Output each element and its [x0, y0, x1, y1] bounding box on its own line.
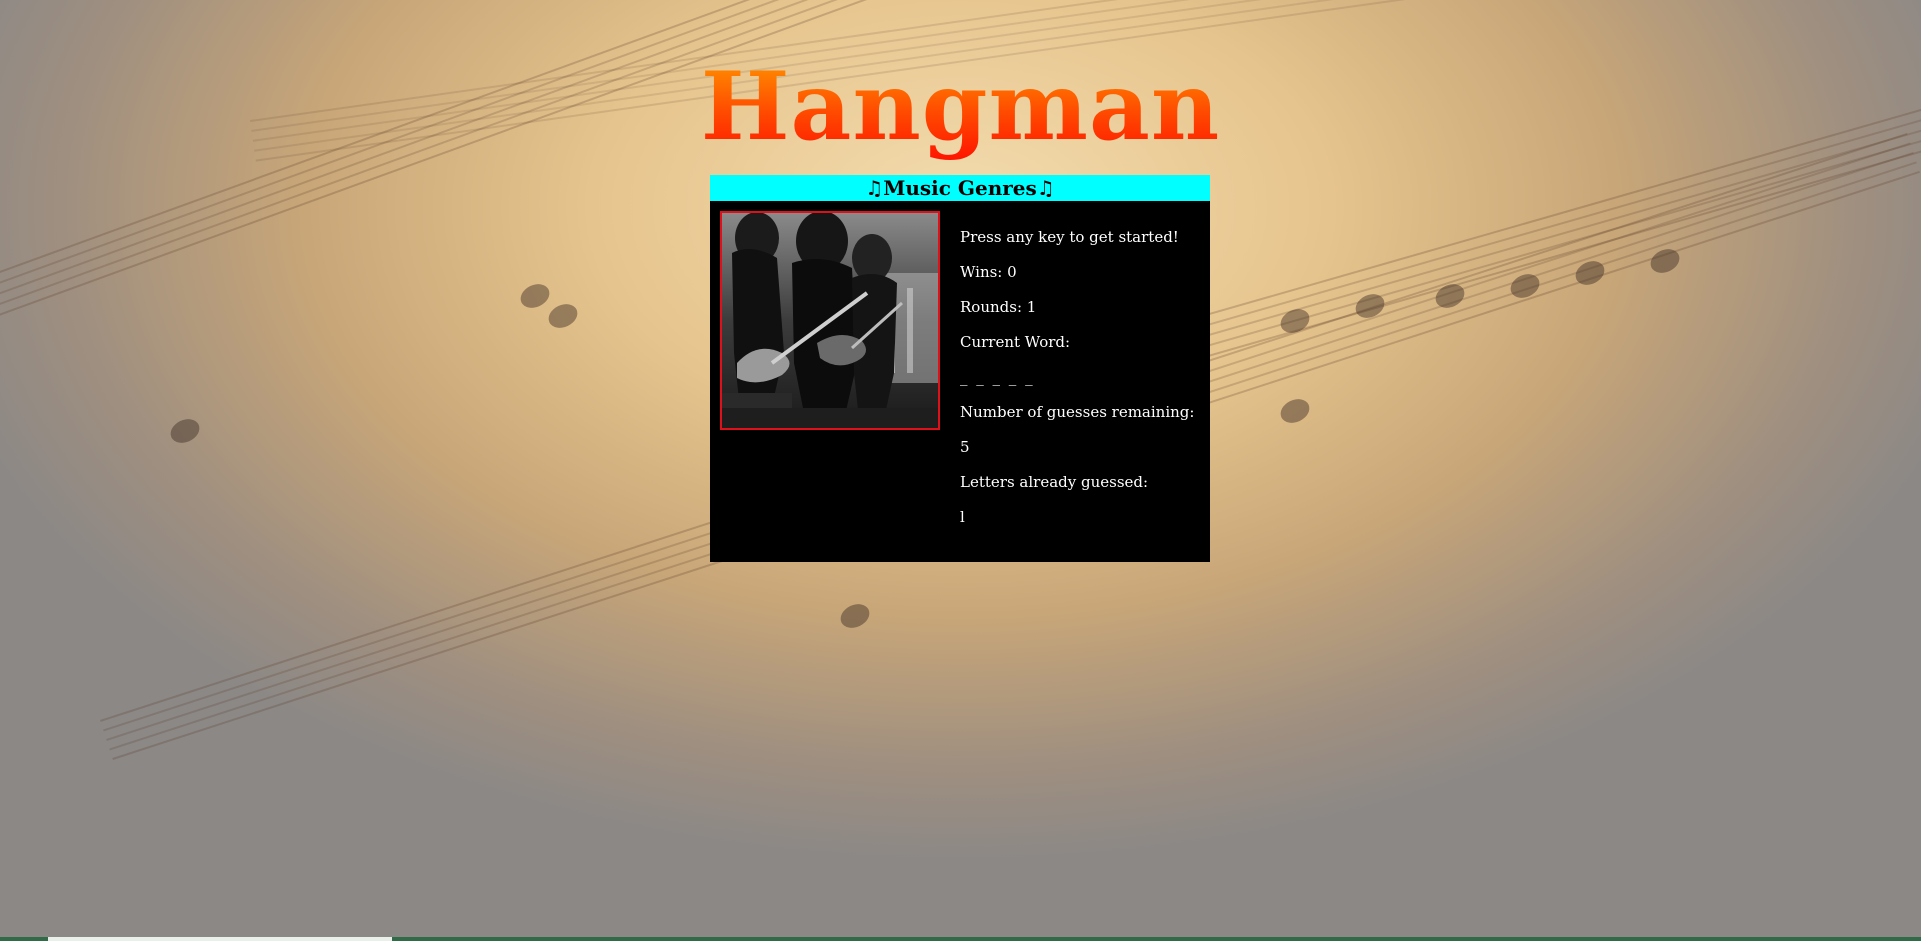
start-prompt: Press any key to get started!	[960, 228, 1179, 246]
letters-guessed-label: Letters already guessed:	[960, 473, 1149, 491]
guesses-remaining-label: Number of guesses remaining:	[960, 403, 1195, 421]
rock-band-image	[722, 213, 938, 428]
game-info: Press any key to get started! Wins: 0 Ro…	[960, 227, 1200, 542]
music-note-icon	[544, 299, 582, 333]
letters-guessed-value: l	[960, 508, 965, 526]
current-word-label: Current Word:	[960, 333, 1071, 351]
music-note-icon	[1276, 394, 1314, 428]
bottom-bar	[0, 937, 1921, 941]
category-header: ♫Music Genres♫	[710, 175, 1210, 201]
music-note-icon	[166, 414, 204, 448]
music-note-icon	[516, 279, 554, 313]
music-note-icon	[836, 599, 874, 633]
current-word: _ _ _ _ _	[960, 368, 1035, 386]
rock-band-photo	[720, 211, 940, 430]
rounds-counter: Rounds: 1	[960, 298, 1037, 316]
wins-counter: Wins: 0	[960, 263, 1017, 281]
game-panel: ♫Music Genres♫ Press any key to get star…	[710, 175, 1210, 562]
page-title: Hangman	[0, 52, 1921, 162]
guesses-remaining-value: 5	[960, 438, 970, 456]
